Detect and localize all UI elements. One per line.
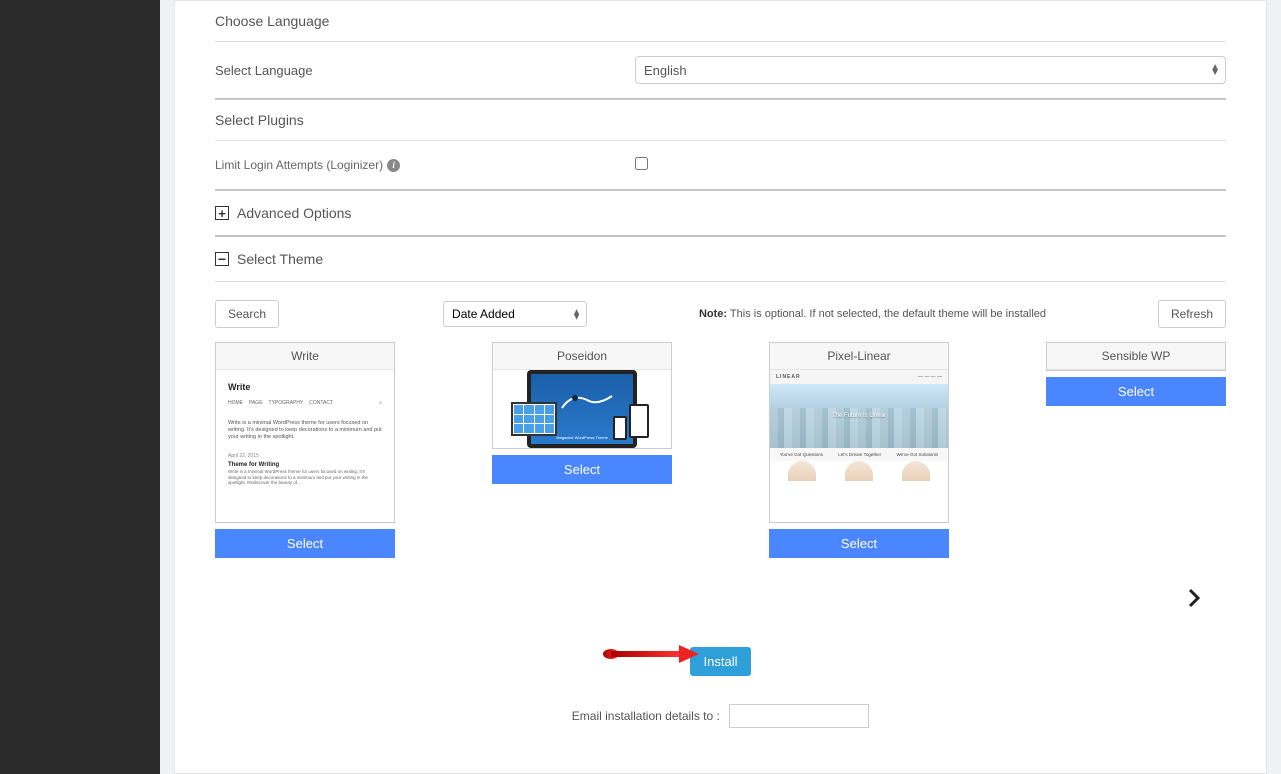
plugin-loginizer-checkbox[interactable] <box>635 157 648 170</box>
annotation-arrow-icon <box>601 642 701 669</box>
theme-card-poseidon: Poseidon Magazine WordPress Theme <box>492 342 672 558</box>
info-icon[interactable]: i <box>387 159 400 172</box>
theme-preview[interactable]: Write HOME PAGE TYPOGRAPHY CONTACT ⌕ Wri… <box>216 370 394 522</box>
sidebar <box>0 0 160 774</box>
next-arrow-icon[interactable] <box>1182 598 1206 613</box>
search-button[interactable]: Search <box>215 300 279 328</box>
select-language-label: Select Language <box>215 63 635 78</box>
select-theme-button[interactable]: Select <box>769 529 949 558</box>
email-field[interactable] <box>729 704 869 728</box>
theme-preview[interactable]: Magazine WordPress Theme <box>493 370 671 448</box>
select-theme-toggle[interactable]: − Select Theme <box>215 237 1226 281</box>
theme-card-sensible-wp: Sensible WP sible Home About Blog Page C… <box>1046 342 1226 558</box>
select-plugins-heading: Select Plugins <box>215 100 1226 140</box>
theme-name: Write <box>216 343 394 370</box>
choose-language-heading: Choose Language <box>215 1 1226 41</box>
refresh-button[interactable]: Refresh <box>1158 300 1226 328</box>
theme-name: Sensible WP <box>1047 343 1225 370</box>
language-select[interactable]: English <box>635 56 1226 84</box>
advanced-options-toggle[interactable]: + Advanced Options <box>215 191 1226 235</box>
theme-preview[interactable]: LINEAR— — — — The Future Is Linear You'v… <box>770 370 948 522</box>
theme-name: Poseidon <box>493 343 671 370</box>
theme-card-write: Write Write HOME PAGE TYPOGRAPHY CONTACT… <box>215 342 395 558</box>
theme-note: Note: This is optional. If not selected,… <box>601 308 1144 320</box>
minus-icon: − <box>215 252 229 266</box>
email-label: Email installation details to : <box>572 709 720 723</box>
plugin-loginizer-label: Limit Login Attempts (Loginizer) <box>215 158 383 172</box>
select-theme-button[interactable]: Select <box>1046 377 1226 406</box>
theme-name: Pixel-Linear <box>770 343 948 370</box>
select-theme-button[interactable]: Select <box>215 529 395 558</box>
plus-icon: + <box>215 206 229 220</box>
theme-card-pixel-linear: Pixel-Linear LINEAR— — — — The Future Is… <box>769 342 949 558</box>
sort-select[interactable]: Date Added <box>443 301 587 327</box>
select-theme-button[interactable]: Select <box>492 455 672 484</box>
